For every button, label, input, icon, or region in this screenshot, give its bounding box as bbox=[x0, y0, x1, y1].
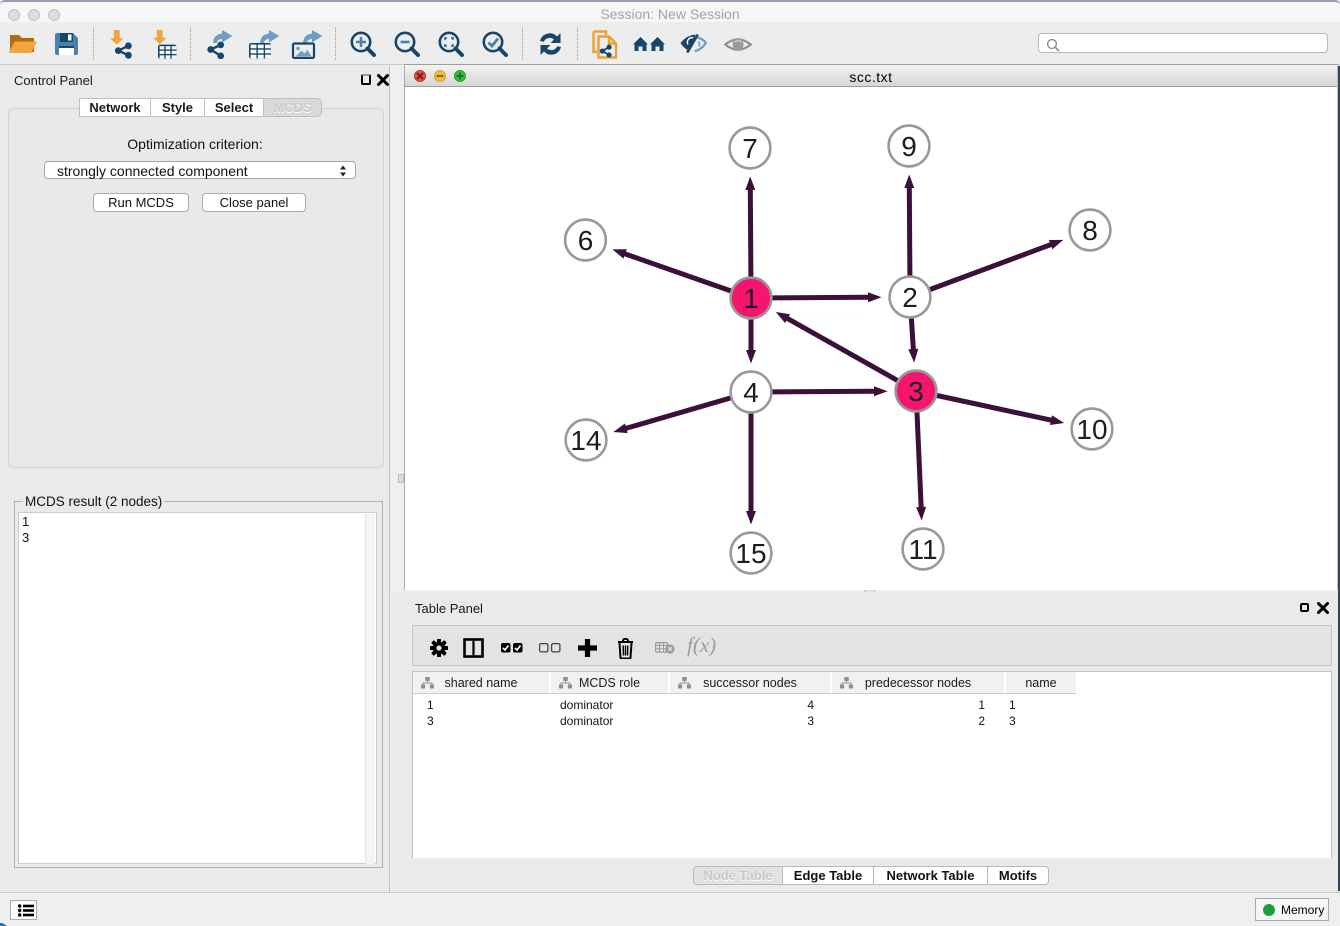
svg-text:10: 10 bbox=[1076, 414, 1107, 445]
svg-text:11: 11 bbox=[908, 534, 937, 565]
svg-text:14: 14 bbox=[570, 425, 601, 456]
svg-text:7: 7 bbox=[742, 133, 758, 164]
svg-text:4: 4 bbox=[743, 377, 759, 408]
svg-text:2: 2 bbox=[902, 282, 918, 313]
svg-text:8: 8 bbox=[1082, 215, 1098, 246]
svg-text:9: 9 bbox=[901, 131, 917, 162]
svg-text:6: 6 bbox=[578, 225, 594, 256]
svg-text:15: 15 bbox=[735, 538, 766, 569]
svg-text:1: 1 bbox=[743, 283, 759, 314]
svg-text:3: 3 bbox=[908, 376, 924, 407]
